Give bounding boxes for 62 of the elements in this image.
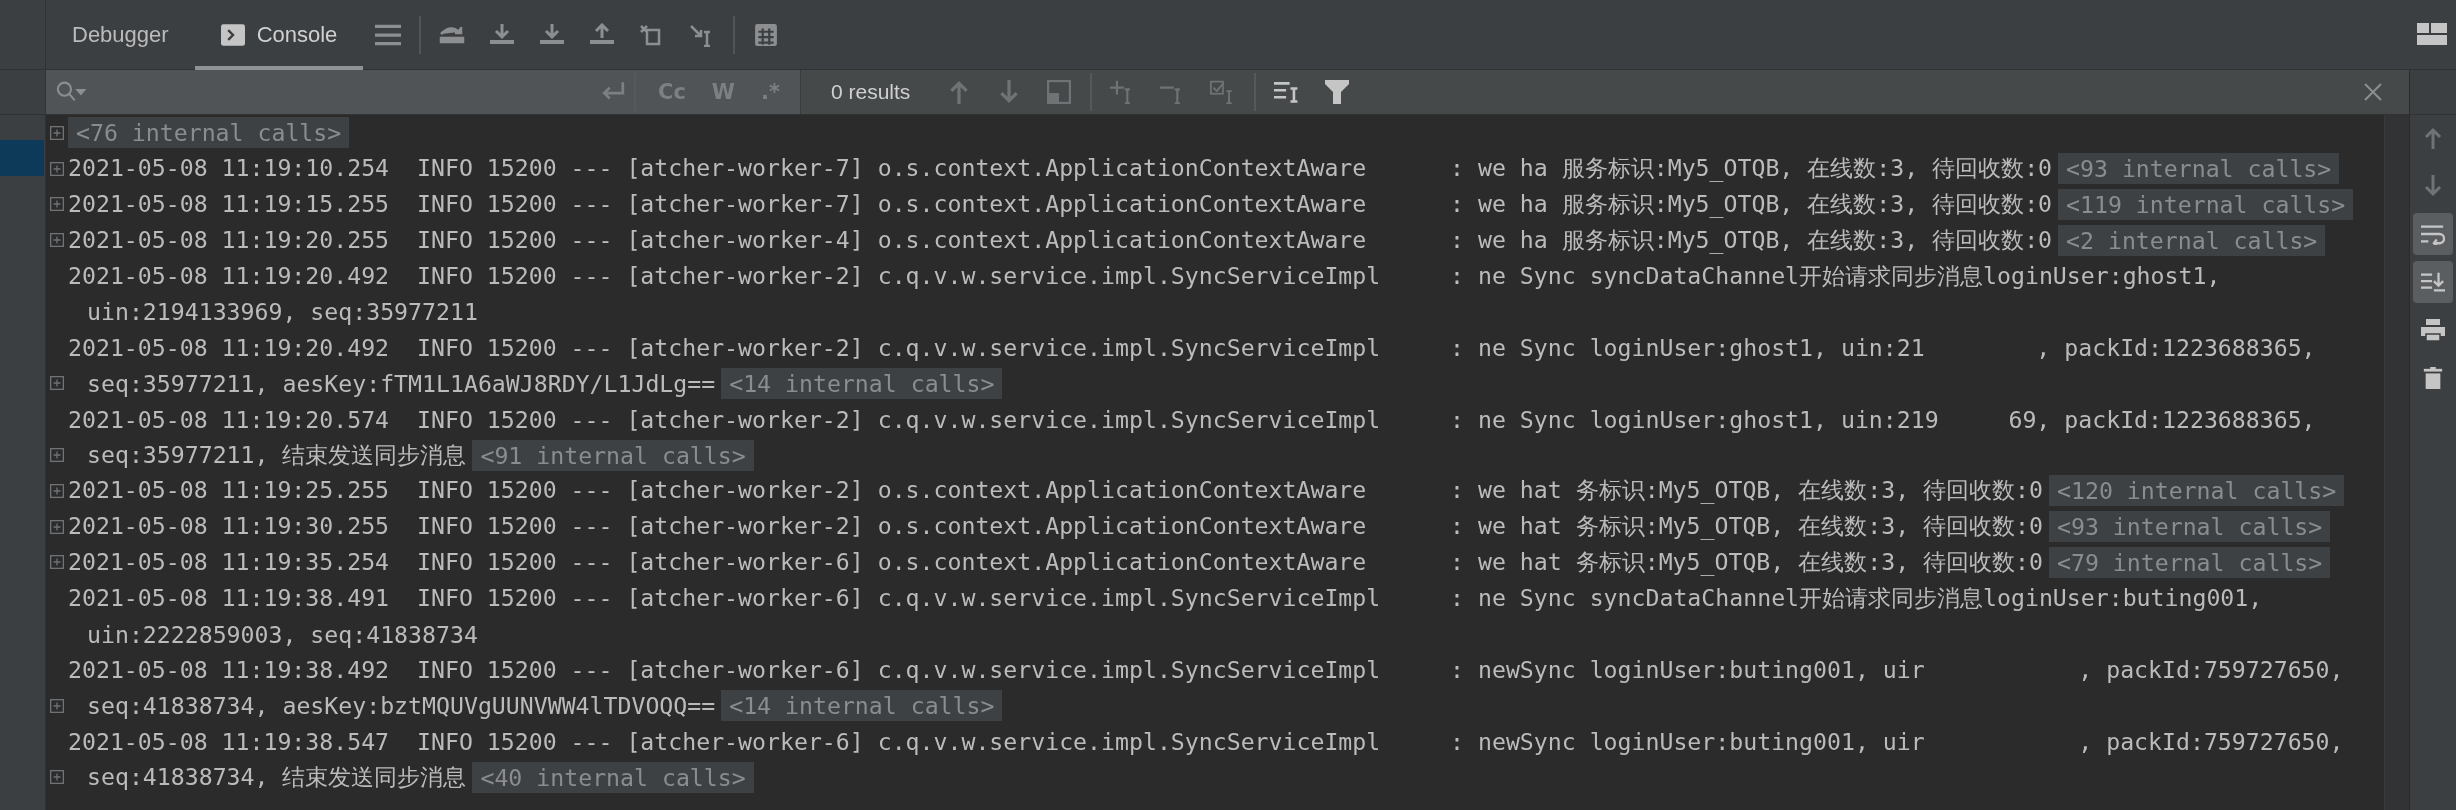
internal-calls-badge[interactable]: <76 internal calls> (68, 117, 350, 149)
menu-icon[interactable] (375, 22, 402, 47)
force-step-into-icon[interactable] (539, 22, 566, 47)
results-count: 0 results (831, 80, 911, 104)
expand-icon[interactable] (50, 698, 64, 713)
log-line: 2021-05-08 11:19:15.255 INFO 15200 --- [atcher-worker-7] o.s.context.ApplicationContextAware : we ha 服务标识:My5_OTQB, 在线数:3, 待回收数:0 (68, 189, 2053, 220)
scrollbar-track[interactable] (2384, 115, 2409, 810)
log-line: 2021-05-08 11:19:35.254 INFO 15200 --- [atcher-worker-6] o.s.context.ApplicationContextAware : we hat 务标识:My5_OTQB, 在线数:3, 待回收数:0 (68, 546, 2043, 578)
log-line: seq:35977211, aesKey:fTM1L1A6aWJ8RDY/L1JdLg== (86, 369, 716, 397)
console-icon (220, 23, 245, 46)
layout-icon[interactable] (2416, 22, 2448, 47)
expand-icon[interactable] (50, 770, 64, 785)
log-line: uin:2194133969, seq:35977211 (86, 298, 478, 326)
expand-icon[interactable] (50, 233, 64, 248)
internal-calls-badge[interactable]: <79 internal calls> (2049, 546, 2331, 578)
log-line: 2021-05-08 11:19:25.255 INFO 15200 --- [atcher-worker-2] o.s.context.ApplicationContextAware : we hat 务标识:My5_OTQB, 在线数:3, 待回收数:0 (68, 475, 2043, 506)
square-icon[interactable] (1046, 80, 1073, 104)
scroll-to-end-icon (2421, 271, 2445, 293)
wrap-button[interactable] (2413, 213, 2453, 255)
search-option-toggle[interactable]: .* (751, 76, 790, 108)
log-line: seq:41838734, aesKey:bztMQUVgUUNVWW4lTDVOQQ== (86, 692, 716, 720)
search-icon[interactable] (56, 80, 86, 104)
step-out-icon[interactable] (589, 22, 616, 47)
log-line: uin:2222859003, seq:41838734 (86, 620, 478, 648)
expand-icon[interactable] (50, 125, 64, 140)
log-line: seq:35977211, 结束发送同步消息 (86, 439, 467, 470)
close-icon[interactable] (2363, 82, 2383, 102)
internal-calls-badge[interactable]: <40 internal calls> (472, 761, 754, 793)
expand-icon[interactable] (50, 483, 64, 498)
log-line: 2021-05-08 11:19:38.547 INFO 15200 --- [atcher-worker-6] c.q.v.w.service.impl.SyncServiceImpl : newSync loginUser:buting001, uir , packId:759727650, (68, 727, 2344, 755)
log-line: 2021-05-08 11:19:20.574 INFO 15200 --- [atcher-worker-2] c.q.v.w.service.impl.SyncServiceImpl : ne Sync loginUser:ghost1, uin:219 69, packId:1223688365, (68, 405, 2316, 433)
log-line: 2021-05-08 11:19:20.492 INFO 15200 --- [atcher-worker-2] c.q.v.w.service.impl.SyncServiceImpl : ne Sync syncDataChannel开始请求同步消息loginUser:ghost1, (68, 260, 2221, 291)
expand-icon[interactable] (50, 519, 64, 534)
tab[interactable]: Debugger (46, 0, 195, 70)
gutter-highlight (0, 140, 44, 176)
internal-calls-badge[interactable]: <2 internal calls> (2058, 224, 2326, 256)
log-line: 2021-05-08 11:19:38.492 INFO 15200 --- [atcher-worker-6] c.q.v.w.service.impl.SyncServiceImpl : newSync loginUser:buting001, uir , packId:759727650, (68, 656, 2344, 684)
expand-icon[interactable] (50, 197, 64, 212)
log-line: 2021-05-08 11:19:30.255 INFO 15200 --- [atcher-worker-2] o.s.context.ApplicationContextAware : we hat 务标识:My5_OTQB, 在线数:3, 待回收数:0 (68, 511, 2043, 542)
internal-calls-badge[interactable]: <91 internal calls> (472, 439, 754, 471)
scroll-end-button[interactable] (2413, 261, 2453, 303)
log-line: seq:41838734, 结束发送同步消息 (86, 761, 467, 792)
soft-wrap-icon (2421, 223, 2445, 245)
internal-calls-badge[interactable]: <14 internal calls> (721, 367, 1003, 399)
log-line: 2021-05-08 11:19:20.492 INFO 15200 --- [atcher-worker-2] c.q.v.w.service.impl.SyncServiceImpl : ne Sync loginUser:ghost1, uin:21 , packId:1223688365, (68, 334, 2316, 362)
log-line: 2021-05-08 11:19:20.255 INFO 15200 --- [atcher-worker-4] o.s.context.ApplicationContextAware : we ha 服务标识:My5_OTQB, 在线数:3, 待回收数:0 (68, 224, 2053, 256)
calculator-icon[interactable] (753, 22, 780, 47)
internal-calls-badge[interactable]: <14 internal calls> (721, 690, 1003, 722)
expand-icon[interactable] (50, 448, 64, 463)
expand-icon[interactable] (50, 555, 64, 570)
trash-icon (2421, 367, 2445, 389)
log-line: 2021-05-08 11:19:38.491 INFO 15200 --- [atcher-worker-6] c.q.v.w.service.impl.SyncServiceImpl : ne Sync syncDataChannel开始请求同步消息loginUser:buting001, (68, 582, 2263, 613)
log-line: 2021-05-08 11:19:10.254 INFO 15200 --- [atcher-worker-7] o.s.context.ApplicationContextAware : we ha 服务标识:My5_OTQB, 在线数:3, 待回收数:0 (68, 153, 2053, 184)
step-into-icon[interactable] (489, 22, 516, 47)
internal-calls-badge[interactable]: <93 internal calls> (2049, 511, 2331, 543)
filter-icon[interactable] (1324, 80, 1351, 104)
internal-calls-badge[interactable]: <93 internal calls> (2058, 153, 2340, 185)
expand-icon[interactable] (50, 161, 64, 176)
expand-icon[interactable] (50, 376, 64, 391)
internal-calls-badge[interactable]: <119 internal calls> (2058, 189, 2354, 220)
internal-calls-badge[interactable]: <120 internal calls> (2049, 475, 2345, 507)
printer-icon (2421, 319, 2445, 341)
